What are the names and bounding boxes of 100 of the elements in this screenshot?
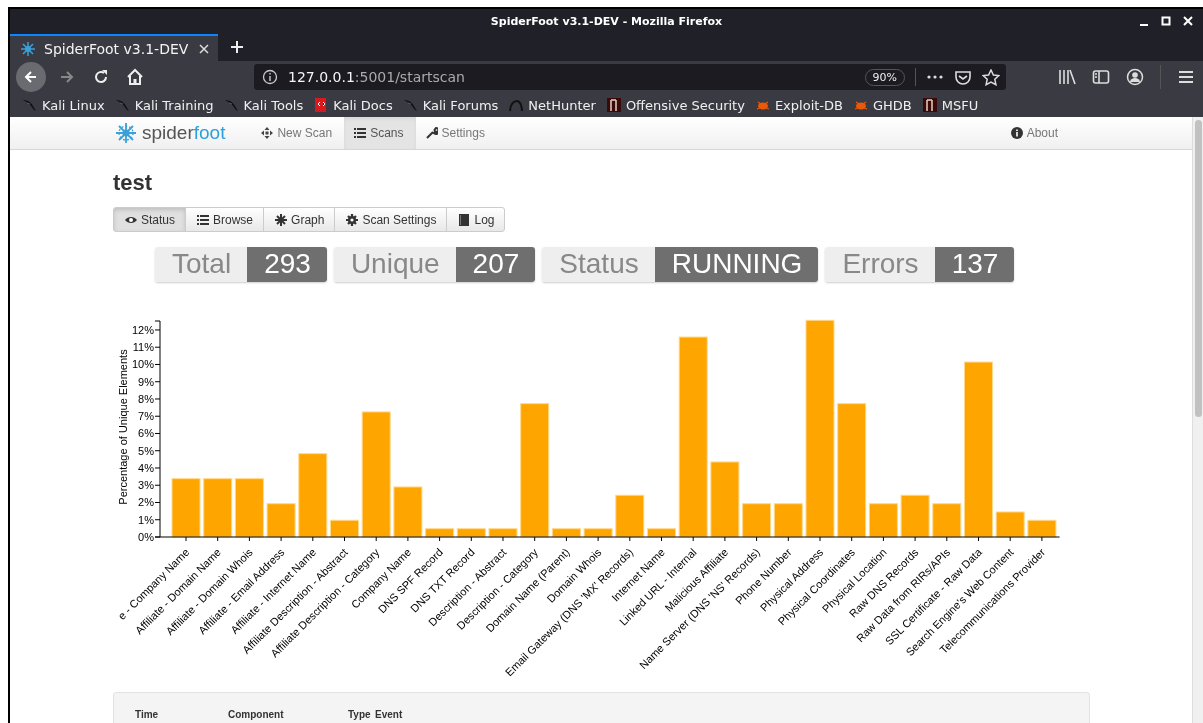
maximize-icon[interactable] [1161,16,1171,26]
column-header: Event [375,709,403,720]
stat-label: Errors [825,247,935,282]
tick-mark [154,484,161,486]
bar [995,511,1025,538]
scan-tab[interactable]: Browse [185,207,265,232]
tick-label: 12% [131,323,154,336]
axis-title: Percentage of Unique Elements [117,349,129,505]
bookmark[interactable]: GHDB [852,97,912,113]
bar [932,503,962,538]
bar [773,503,803,538]
bookmark[interactable]: Kali Tools [223,97,304,113]
new-tab-icon[interactable] [230,40,244,54]
menu-icon[interactable] [1177,68,1195,86]
tick-label: 9% [138,375,154,388]
tick-mark [154,381,161,383]
info-icon[interactable] [262,69,278,85]
tick-mark [154,415,161,417]
bookmark[interactable]: NetHunter [508,97,596,113]
tick-label: 11% [132,341,154,354]
stat-label: Status [542,247,655,282]
stat-value: 137 [934,247,1015,282]
bookmark[interactable]: Kali Forums [402,97,499,113]
tick-mark [154,450,161,452]
tick-label: 4% [138,462,154,474]
asterisk-icon [275,213,288,226]
window-title: SpiderFoot v3.1-DEV - Mozilla Firefox [490,14,723,28]
bar [234,478,264,538]
tick-label: 2% [138,496,154,509]
bar [266,503,296,538]
close-icon[interactable] [198,42,210,55]
tick-label: 10% [131,358,154,371]
bookmark[interactable]: Offensive Security [605,97,745,113]
column-header: Time [135,709,160,720]
bookmark[interactable]: Kali Training [114,97,214,113]
pocket-icon[interactable] [954,69,972,85]
scan-title: test [113,171,154,195]
tick-label: 6% [138,427,154,440]
tick-mark [154,398,161,400]
scan-tab[interactable]: Status [113,207,187,232]
bar [203,478,233,538]
bookmark[interactable]: Kali Linux [22,97,105,113]
nav-link[interactable]: Scans [344,117,416,149]
tick-mark [154,433,161,434]
library-icon[interactable] [1058,68,1076,86]
tick-label: 7% [138,410,154,423]
bar [456,528,486,538]
list-icon [197,213,210,226]
bookmark[interactable]: MSFU [921,97,979,113]
wrench-icon [425,127,438,139]
tick-mark [154,363,161,365]
nav-link[interactable]: New Scan [251,117,345,149]
browser-tab[interactable]: SpiderFoot v3.1-DEV [10,34,218,61]
bar [583,528,613,538]
about-link[interactable]: About [1000,117,1070,149]
bar [900,494,930,538]
logo-text[interactable]: spiderfoot [142,122,226,144]
column-header: Component [228,709,285,720]
bookmark[interactable]: Kali Docs [313,97,393,113]
account-icon[interactable] [1126,68,1144,86]
tick-label: 1% [138,513,154,526]
stat-label: Unique [333,247,456,282]
tick-mark [154,329,161,331]
address-bar[interactable]: 127.0.0.1:5001/startscan 90% [254,64,1006,90]
tick-mark [154,502,161,503]
scrollbar-thumb[interactable] [1195,120,1202,417]
scan-tab[interactable]: Log [446,207,506,232]
sidebar-icon[interactable] [1092,68,1110,86]
scan-tab[interactable]: Graph [263,207,336,232]
tick-label: 3% [138,479,154,492]
back-button[interactable] [16,62,46,92]
tick-label: 8% [138,392,154,405]
bar [488,528,518,538]
scan-tab[interactable]: Scan Settings [334,207,448,232]
stat-value: 293 [247,247,327,282]
tick-label: 0% [138,531,154,543]
stat-value: 207 [455,247,536,282]
bookmark[interactable]: Exploit-DB [754,97,843,113]
move-icon [261,127,274,139]
stat-label: Total [155,247,248,282]
tick-label: 5% [138,444,154,457]
tick-mark [154,346,161,348]
home-icon[interactable] [126,68,144,86]
reload-icon[interactable] [92,68,110,86]
bar [647,528,676,538]
url-text: 127.0.0.1:5001/startscan [288,69,466,85]
nav-link[interactable]: Settings [415,117,497,149]
scrollbar[interactable] [1192,117,1203,723]
stat-value: RUNNING [654,247,819,282]
bar [171,478,201,538]
star-icon[interactable] [982,68,1000,86]
pillars-icon [605,97,622,113]
spider-logo-icon [115,122,137,144]
column-header: Type [348,709,372,720]
bar [615,494,645,538]
spider-icon [20,40,36,57]
bar [393,486,423,538]
settings-icon [346,213,359,226]
tick-mark [154,467,161,469]
info-icon [1010,127,1023,139]
